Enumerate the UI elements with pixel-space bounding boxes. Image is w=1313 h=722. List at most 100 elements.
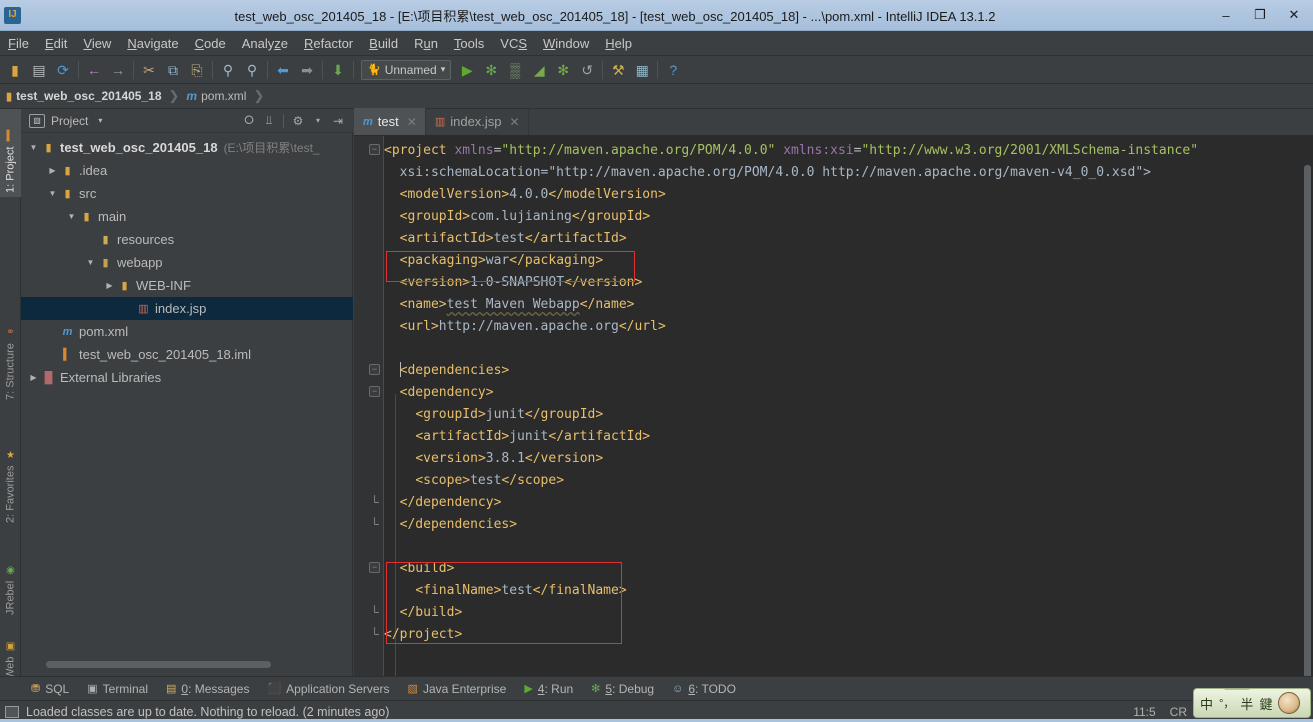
replace-icon[interactable]: ⚲	[240, 58, 264, 82]
help-icon[interactable]: ?	[661, 58, 685, 82]
line-separator[interactable]: CR	[1170, 705, 1187, 719]
save-all-icon[interactable]: ▤	[27, 58, 51, 82]
bottom-tool-java-enterprise[interactable]: ▧ Java Enterprise	[399, 680, 516, 698]
coverage-icon[interactable]: ▒	[503, 58, 527, 82]
hide-panel-icon[interactable]: ⇥	[329, 112, 347, 130]
fold-dependencies-end-icon[interactable]: └	[369, 518, 380, 530]
jrebel-debug-icon[interactable]: ✻	[551, 58, 575, 82]
collapse-all-icon[interactable]: ⫫	[260, 112, 278, 130]
ime-mode-icon[interactable]: 中	[1200, 694, 1213, 713]
fold-dependency-end-icon[interactable]: └	[369, 496, 380, 508]
fold-build-icon[interactable]: −	[369, 562, 380, 573]
menu-file[interactable]: File	[0, 33, 37, 54]
tree-node-index-jsp[interactable]: ▥ index.jsp	[21, 297, 353, 320]
menu-refactor[interactable]: Refactor	[296, 33, 361, 54]
ime-avatar-icon[interactable]	[1278, 692, 1301, 714]
menu-tools[interactable]: Tools	[446, 33, 492, 54]
ime-punctuation-icon[interactable]: °，	[1219, 695, 1234, 711]
menu-edit[interactable]: Edit	[37, 33, 75, 54]
menu-window[interactable]: Window	[535, 33, 597, 54]
project-tree[interactable]: ▼ ▮ test_web_osc_201405_18 (E:\项目积累\test_ ▶ ▮…	[21, 133, 353, 654]
close-icon[interactable]: ✕	[510, 115, 520, 129]
chevron-down-icon[interactable]: ▼	[46, 189, 59, 198]
menu-vcs[interactable]: VCS	[492, 33, 535, 54]
cut-icon[interactable]: ✂	[137, 58, 161, 82]
open-folder-icon[interactable]: ▮	[3, 58, 27, 82]
chevron-right-icon[interactable]: ▶	[103, 281, 116, 290]
menu-help[interactable]: Help	[597, 33, 640, 54]
minimize-button[interactable]: –	[1209, 1, 1243, 30]
ime-toolbar[interactable]: 中 °， 半 鍵	[1193, 688, 1311, 718]
chevron-right-icon[interactable]: ▶	[27, 373, 40, 382]
tree-node-pom-xml[interactable]: m pom.xml	[21, 320, 353, 343]
close-icon[interactable]: ✕	[407, 115, 417, 129]
scroll-from-source-icon[interactable]: ⭘	[240, 112, 258, 130]
redo-icon[interactable]: →	[106, 58, 130, 82]
breadcrumb-file[interactable]: m pom.xml	[186, 89, 246, 103]
find-icon[interactable]: ⚲	[216, 58, 240, 82]
editor-viewport[interactable]: − − − └ └ − └ └ <project xmlns="http://maven.ap…	[354, 136, 1313, 676]
scrollbar-thumb[interactable]	[46, 661, 271, 668]
chevron-down-icon[interactable]: ▼	[65, 212, 78, 221]
rail-item-favorites[interactable]: 2: Favorites ★	[0, 427, 21, 527]
rail-item-structure[interactable]: 7: Structure ⚭	[0, 304, 21, 404]
back-icon[interactable]: ⬅	[271, 58, 295, 82]
breadcrumb-project[interactable]: ▮ test_web_osc_201405_18	[6, 89, 162, 103]
menu-analyze[interactable]: Analyze	[234, 33, 296, 54]
tree-node-resources[interactable]: ▮ resources	[21, 228, 353, 251]
menu-build[interactable]: Build	[361, 33, 406, 54]
maximize-button[interactable]: ❐	[1243, 1, 1277, 30]
editor-tab-test[interactable]: m test ✕	[354, 108, 426, 135]
fold-build-end-icon[interactable]: └	[369, 606, 380, 618]
bottom-tool-0--messages[interactable]: ▤ 0: Messages	[157, 680, 258, 698]
undo-icon[interactable]: ←	[82, 58, 106, 82]
code-content[interactable]: <project xmlns="http://maven.apache.org/…	[384, 136, 1313, 676]
project-structure-icon[interactable]: ▦	[630, 58, 654, 82]
fold-project-icon[interactable]: −	[369, 144, 380, 155]
notification-icon[interactable]	[5, 705, 19, 718]
settings-gear-icon[interactable]: ⚙	[289, 112, 307, 130]
bottom-tool-terminal[interactable]: ▣ Terminal	[78, 680, 157, 698]
sync-refresh-icon[interactable]: ⟳	[51, 58, 75, 82]
tree-node-test-web-osc-201405-18[interactable]: ▼ ▮ test_web_osc_201405_18 (E:\项目积累\test_	[21, 136, 353, 159]
chevron-down-icon[interactable]: ▾	[98, 116, 102, 125]
rail-item-web[interactable]: Web ▣	[0, 627, 21, 683]
chevron-down-icon[interactable]: ▼	[27, 143, 40, 152]
bottom-tool-application-servers[interactable]: ⬛ Application Servers	[258, 680, 398, 698]
tree-node-test-web-osc-201405-18-iml[interactable]: ▍ test_web_osc_201405_18.iml	[21, 343, 353, 366]
bottom-tool-6--todo[interactable]: ☺ 6: TODO	[663, 680, 745, 698]
settings-icon[interactable]: ⚒	[606, 58, 630, 82]
bottom-tool-5--debug[interactable]: ✻ 5: Debug	[582, 680, 663, 698]
chevron-right-icon[interactable]: ▶	[46, 166, 59, 175]
scrollbar-thumb[interactable]	[1304, 165, 1311, 676]
fold-project-end-icon[interactable]: └	[369, 628, 380, 640]
menu-view[interactable]: View	[75, 33, 119, 54]
tree-node--idea[interactable]: ▶ ▮ .idea	[21, 159, 353, 182]
ime-width-icon[interactable]: 半	[1240, 694, 1253, 713]
editor-gutter[interactable]: − − − └ └ − └ └	[354, 136, 384, 676]
ime-keyboard-icon[interactable]: 鍵	[1259, 694, 1272, 713]
chevron-down-icon[interactable]: ▼	[84, 258, 97, 267]
debug-icon[interactable]: ✻	[479, 58, 503, 82]
editor-tab-index-jsp[interactable]: ▥ index.jsp ✕	[426, 108, 529, 135]
reload-icon[interactable]: ↺	[575, 58, 599, 82]
bottom-tool-4--run[interactable]: ▶ 4: Run	[515, 680, 582, 698]
run-icon[interactable]: ▶	[455, 58, 479, 82]
copy-icon[interactable]: ⧉	[161, 58, 185, 82]
project-horizontal-scrollbar[interactable]	[21, 658, 353, 670]
rail-item-project[interactable]: 1: Project ▍	[0, 109, 21, 197]
tree-node-webapp[interactable]: ▼ ▮ webapp	[21, 251, 353, 274]
fold-dependencies-icon[interactable]: −	[369, 364, 380, 375]
compile-icon[interactable]: ⬇	[326, 58, 350, 82]
close-button[interactable]: ✕	[1277, 1, 1311, 30]
tree-node-external-libraries[interactable]: ▶ █ External Libraries	[21, 366, 353, 389]
ime-handle[interactable]	[1224, 689, 1250, 690]
menu-run[interactable]: Run	[406, 33, 446, 54]
jrebel-run-icon[interactable]: ◢	[527, 58, 551, 82]
paste-icon[interactable]: ⎘	[185, 58, 209, 82]
menu-code[interactable]: Code	[187, 33, 234, 54]
bottom-tool-sql[interactable]: ⛃ SQL	[22, 680, 78, 698]
chevron-down-icon[interactable]: ▾	[441, 64, 446, 75]
tree-node-web-inf[interactable]: ▶ ▮ WEB-INF	[21, 274, 353, 297]
menu-navigate[interactable]: Navigate	[119, 33, 186, 54]
